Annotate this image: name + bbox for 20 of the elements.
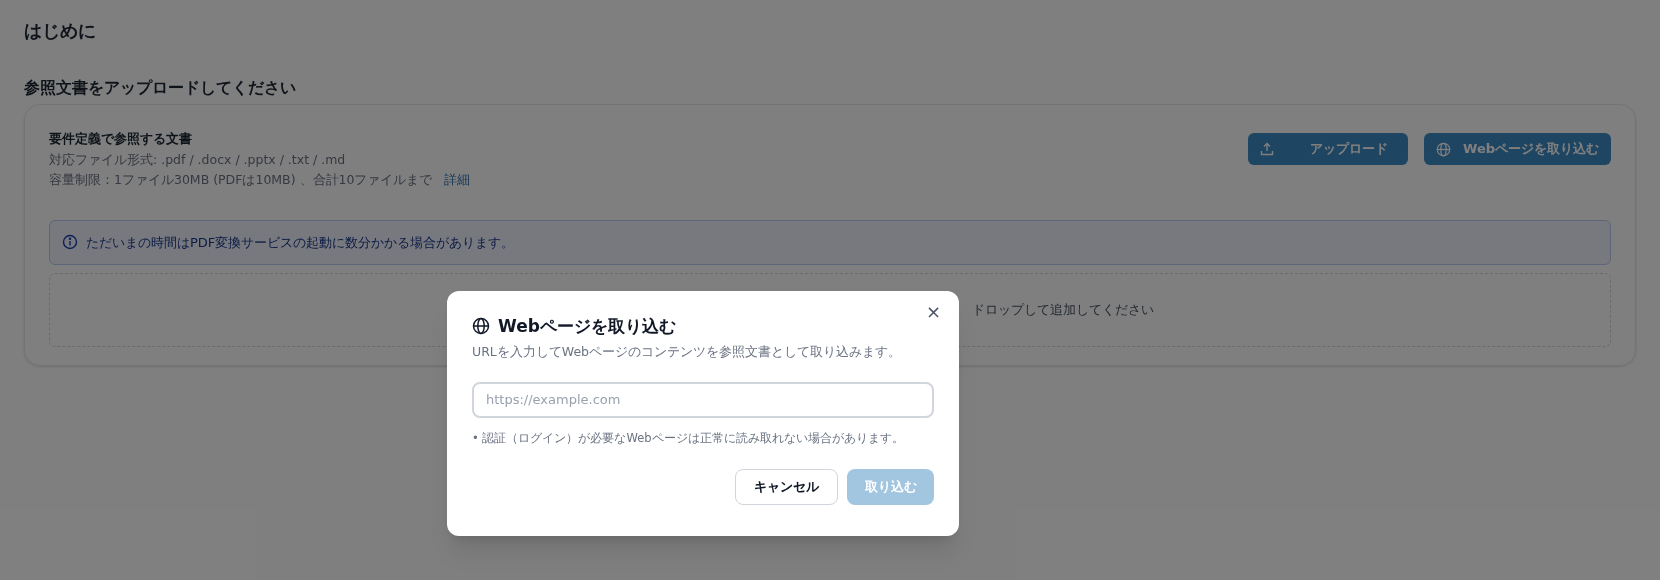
dialog-title: Webページを取り込む (498, 315, 676, 338)
close-button[interactable]: × (925, 303, 941, 321)
page-heading: はじめに (24, 19, 97, 43)
section-title: 参照文書をアップロードしてください (24, 77, 297, 99)
import-webpage-button[interactable]: Webページを取り込む (1424, 133, 1611, 165)
cancel-button[interactable]: キャンセル (735, 469, 838, 505)
details-link[interactable]: 詳細 (444, 171, 471, 190)
upload-icon (1260, 142, 1274, 156)
globe-icon (1436, 141, 1451, 157)
info-message: ただいまの時間はPDF変換サービスの起動に数分かかる場合があります。 (86, 233, 515, 252)
globe-icon (472, 317, 490, 335)
size-limit-text: 容量制限：1ファイル30MB (PDFは10MB) 、合計10ファイルまで (49, 171, 433, 190)
dialog-description: URLを入力してWebページのコンテンツを参照文書として取り込みます。 (472, 343, 903, 361)
file-formats-text: 対応ファイル形式: .pdf / .docx / .pptx / .txt / .md (49, 151, 347, 169)
dialog-note: • 認証（ログイン）が必要なWebページは正常に読み取れない場合があります。 (472, 429, 905, 447)
dropzone-text: ドロップして追加してください (972, 301, 1154, 319)
info-icon (62, 234, 78, 251)
upload-button[interactable]: アップロード (1248, 133, 1408, 165)
url-input[interactable]: https://example.com (472, 381, 934, 418)
card-title: 要件定義で参照する文書 (49, 130, 193, 148)
